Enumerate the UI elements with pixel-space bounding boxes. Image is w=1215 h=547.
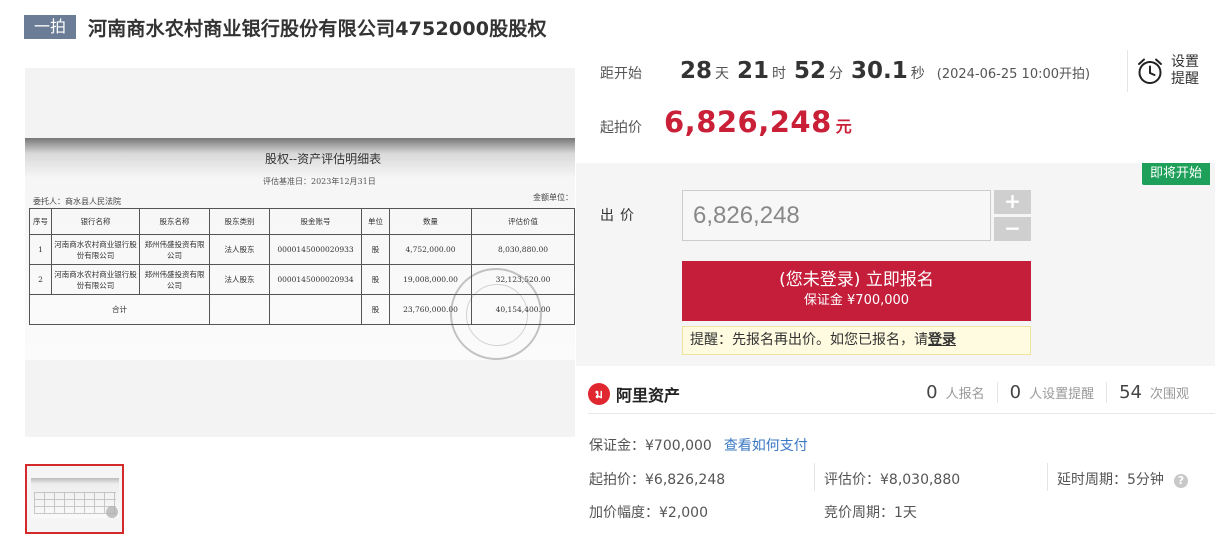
image-thumbnail[interactable] (25, 464, 124, 534)
login-notice: 提醒：先报名再出价。如您已报名，请登录 (682, 326, 1031, 355)
th-type: 股东类别 (209, 208, 270, 235)
auction-round-badge: 一拍 (24, 15, 77, 39)
platform-logo[interactable]: ม 阿里资产 (588, 382, 680, 406)
platform-stats-row: ม 阿里资产 0 人报名 0 人设置提醒 54 次围观 (588, 378, 1215, 414)
countdown-minutes: 52 (794, 58, 827, 84)
cell: 0000145000020933 (269, 234, 362, 265)
ali-assets-icon: ม (588, 383, 610, 405)
delay-period-text: 延时周期：5分钟 (1057, 472, 1164, 488)
countdown-seconds: 30.1 (851, 58, 908, 84)
cell: 河南商水农村商业银行股份有限公司 (51, 234, 140, 265)
cell: 股 (361, 234, 390, 265)
auction-stats: 0 人报名 0 人设置提醒 54 次围观 (914, 382, 1201, 403)
start-price-value: 6,826,248 (664, 105, 832, 139)
set-reminder-button[interactable]: 设置提醒 (1127, 50, 1209, 92)
divider (1047, 463, 1048, 491)
countdown-days: 28 (680, 58, 713, 84)
th-bank: 银行名称 (51, 208, 140, 235)
signup-main-label: (您未登录) 立即报名 (779, 270, 934, 290)
doc-date: 评估基准日：2023年12月31日 (263, 177, 376, 186)
decrease-bid-button[interactable]: − (994, 217, 1031, 241)
main-image-viewer[interactable]: 股权--资产评估明细表 评估基准日：2023年12月31日 委托人：商水县人民法… (25, 68, 575, 437)
doc-client: 委托人：商水县人民法院 (33, 197, 121, 206)
cell: 1 (29, 234, 52, 265)
doc-title: 股权--资产评估明细表 (265, 152, 382, 166)
cell: 郑州伟盛投资有限公司 (139, 234, 210, 265)
document-image: 股权--资产评估明细表 评估基准日：2023年12月31日 委托人：商水县人民法… (25, 138, 575, 360)
stat-views-label: 次围观 (1149, 387, 1189, 402)
start-price-row: 起拍价 6,826,248 元 (600, 105, 852, 139)
divider (814, 463, 815, 491)
help-icon[interactable]: ? (1173, 474, 1188, 488)
reminder-label: 设置提醒 (1171, 54, 1199, 87)
cell (269, 294, 362, 325)
cell: 法人股东 (209, 234, 270, 265)
th-qty: 数量 (389, 208, 472, 235)
stat-reminders-label: 人设置提醒 (1029, 387, 1095, 402)
stat-reminders-count: 0 (1009, 382, 1022, 403)
platform-name: 阿里资产 (616, 386, 681, 405)
countdown-hours-unit: 时 (772, 66, 787, 82)
cell: 郑州伟盛投资有限公司 (139, 264, 210, 295)
deposit-text: 保证金：¥700,000 (589, 438, 712, 454)
start-time: (2024-06-25 10:00开拍) (936, 67, 1091, 82)
official-seal (450, 268, 542, 360)
doc-unit: 金额单位： (533, 193, 573, 202)
th-value: 评估价值 (471, 208, 575, 235)
bid-panel: 即将开始 出价 6,826,248 + − (您未登录) 立即报名 保证金 ¥7… (576, 163, 1215, 366)
login-link[interactable]: 登录 (928, 332, 956, 348)
bid-amount-input[interactable]: 6,826,248 (682, 190, 991, 241)
countdown-minutes-unit: 分 (829, 66, 844, 82)
title-bar: 一拍 河南商水农村商业银行股份有限公司4752000股股权 (24, 13, 547, 41)
stat-signups-count: 0 (926, 382, 938, 403)
detail-bid-period: 竞价周期：1天 (824, 505, 917, 521)
cell: 合计 (29, 294, 210, 325)
document-paper: 股权--资产评估明细表 评估基准日：2023年12月31日 委托人：商水县人民法… (25, 138, 575, 360)
cell: 法人股东 (209, 264, 270, 295)
start-price-label: 起拍价 (600, 120, 642, 136)
page-title: 河南商水农村商业银行股份有限公司4752000股股权 (88, 17, 547, 40)
stat-views-count: 54 (1119, 382, 1142, 403)
notice-text: 提醒：先报名再出价。如您已报名，请 (690, 332, 928, 348)
deposit-info: 保证金：¥700,000 查看如何支付 (589, 435, 808, 455)
th-seq: 序号 (29, 208, 52, 235)
cell: 0000145000020934 (269, 264, 362, 295)
cell: 河南商水农村商业银行股份有限公司 (51, 264, 140, 295)
bid-label: 出价 (600, 208, 640, 224)
status-badge: 即将开始 (1141, 163, 1210, 185)
countdown-hours: 21 (737, 58, 770, 84)
detail-appraisal: 评估价：¥8,030,880 (824, 472, 961, 488)
th-unit: 单位 (361, 208, 390, 235)
countdown-seconds-unit: 秒 (910, 66, 925, 82)
cell (209, 294, 270, 325)
how-to-pay-link[interactable]: 查看如何支付 (724, 438, 808, 454)
detail-start-price: 起拍价：¥6,826,248 (589, 472, 726, 488)
cell: 股 (361, 294, 390, 325)
th-account: 股金账号 (269, 208, 362, 235)
cell: 2 (29, 264, 52, 295)
alarm-clock-icon (1138, 58, 1162, 84)
thumbnail-play-icon (106, 506, 118, 518)
detail-increment: 加价幅度：¥2,000 (589, 505, 708, 521)
signup-button[interactable]: (您未登录) 立即报名 保证金 ¥700,000 (682, 261, 1031, 321)
cell: 4,752,000.00 (389, 234, 472, 265)
cell: 股 (361, 264, 390, 295)
increase-bid-button[interactable]: + (994, 190, 1031, 214)
table-row: 1 河南商水农村商业银行股份有限公司 郑州伟盛投资有限公司 法人股东 00001… (29, 234, 575, 265)
signup-deposit-label: 保证金 ¥700,000 (803, 293, 910, 308)
countdown-label: 距开始 (600, 66, 642, 82)
th-holder: 股东名称 (139, 208, 210, 235)
countdown: 距开始 28 天 21 时 52 分 30.1 秒 (2024-06-25 10… (600, 58, 1090, 94)
stat-reminders: 0 人设置提醒 (996, 382, 1106, 403)
countdown-days-unit: 天 (715, 66, 730, 82)
cell: 8,030,880.00 (471, 234, 575, 265)
stat-signups: 0 人报名 (914, 382, 996, 403)
detail-delay-period: 延时周期：5分钟? (1057, 469, 1188, 489)
stat-signups-label: 人报名 (945, 387, 985, 402)
start-price-unit: 元 (835, 117, 852, 136)
stat-views: 54 次围观 (1106, 382, 1201, 403)
table-header-row: 序号 银行名称 股东名称 股东类别 股金账号 单位 数量 评估价值 (29, 208, 575, 235)
